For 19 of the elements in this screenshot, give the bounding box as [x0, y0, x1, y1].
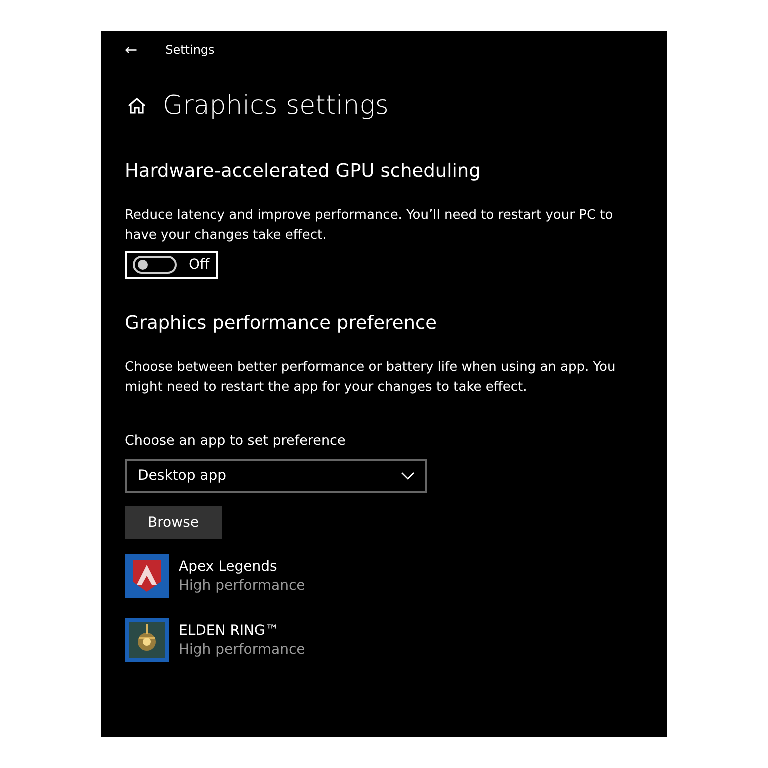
chevron-down-icon: [401, 472, 415, 480]
app-name[interactable]: Apex Legends: [179, 558, 306, 574]
description-text: Reduce latency and improve performance. You’ll need to restart your PC to have your changes take effect.: [125, 207, 614, 244]
page-title: Graphics settings: [163, 91, 389, 121]
section-heading: Graphics performance preference: [125, 313, 438, 334]
app-name[interactable]: ELDEN RING™: [179, 622, 306, 638]
shield-icon: [125, 554, 169, 598]
section-heading: Hardware-accelerated GPU scheduling: [125, 161, 482, 182]
window-title: Settings: [166, 43, 215, 57]
back-button[interactable]: ←: [125, 41, 138, 59]
app-preference: High performance: [179, 642, 306, 658]
app-preference: High performance: [179, 578, 306, 594]
home-icon[interactable]: [127, 96, 147, 116]
browse-button[interactable]: Browse: [125, 506, 222, 539]
dropdown-label: Choose an app to set preference: [125, 433, 347, 449]
app-type-dropdown[interactable]: Desktop app: [125, 459, 427, 493]
description-text: Choose between better performance or battery life when using an app. You might need to restart the app for your changes to take effect.: [125, 359, 617, 396]
lamp-icon: [125, 618, 169, 662]
toggle-switch[interactable]: Off: [125, 251, 218, 279]
